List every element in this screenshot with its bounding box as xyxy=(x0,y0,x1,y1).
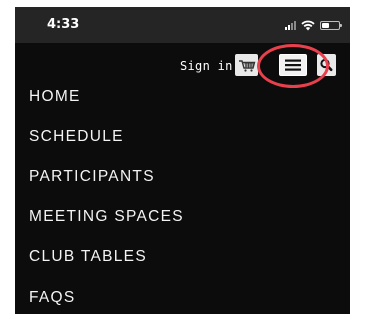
nav-item-meeting-spaces[interactable]: MEETING SPACES xyxy=(29,208,184,226)
nav-item-home[interactable]: HOME xyxy=(29,88,81,106)
battery-level xyxy=(322,22,329,28)
battery-icon xyxy=(320,20,342,30)
hamburger-menu-icon xyxy=(285,59,301,71)
signal-bar xyxy=(291,23,293,30)
wifi-icon xyxy=(301,20,315,30)
phone-screen: 4:33 Sign in HOME SCHEDULE PARTICIPANTS … xyxy=(15,7,350,314)
status-icons xyxy=(285,18,342,32)
status-time: 4:33 xyxy=(47,17,80,32)
search-icon xyxy=(320,58,333,72)
nav-item-faqs[interactable]: FAQS xyxy=(29,289,76,307)
sign-in-link[interactable]: Sign in xyxy=(180,59,233,73)
menu-button[interactable] xyxy=(279,54,307,76)
signal-bar xyxy=(285,27,287,30)
status-bar: 4:33 xyxy=(15,7,350,43)
nav-item-club-tables[interactable]: CLUB TABLES xyxy=(29,248,147,266)
signal-bar xyxy=(288,25,290,30)
search-button[interactable] xyxy=(317,54,336,76)
cart-button[interactable] xyxy=(235,54,258,76)
signal-icon xyxy=(285,20,296,30)
nav-item-schedule[interactable]: SCHEDULE xyxy=(29,128,124,146)
site-header: Sign in xyxy=(15,43,350,88)
shopping-cart-icon xyxy=(239,60,256,72)
signal-bar xyxy=(294,21,296,30)
nav-item-participants[interactable]: PARTICIPANTS xyxy=(29,168,155,186)
